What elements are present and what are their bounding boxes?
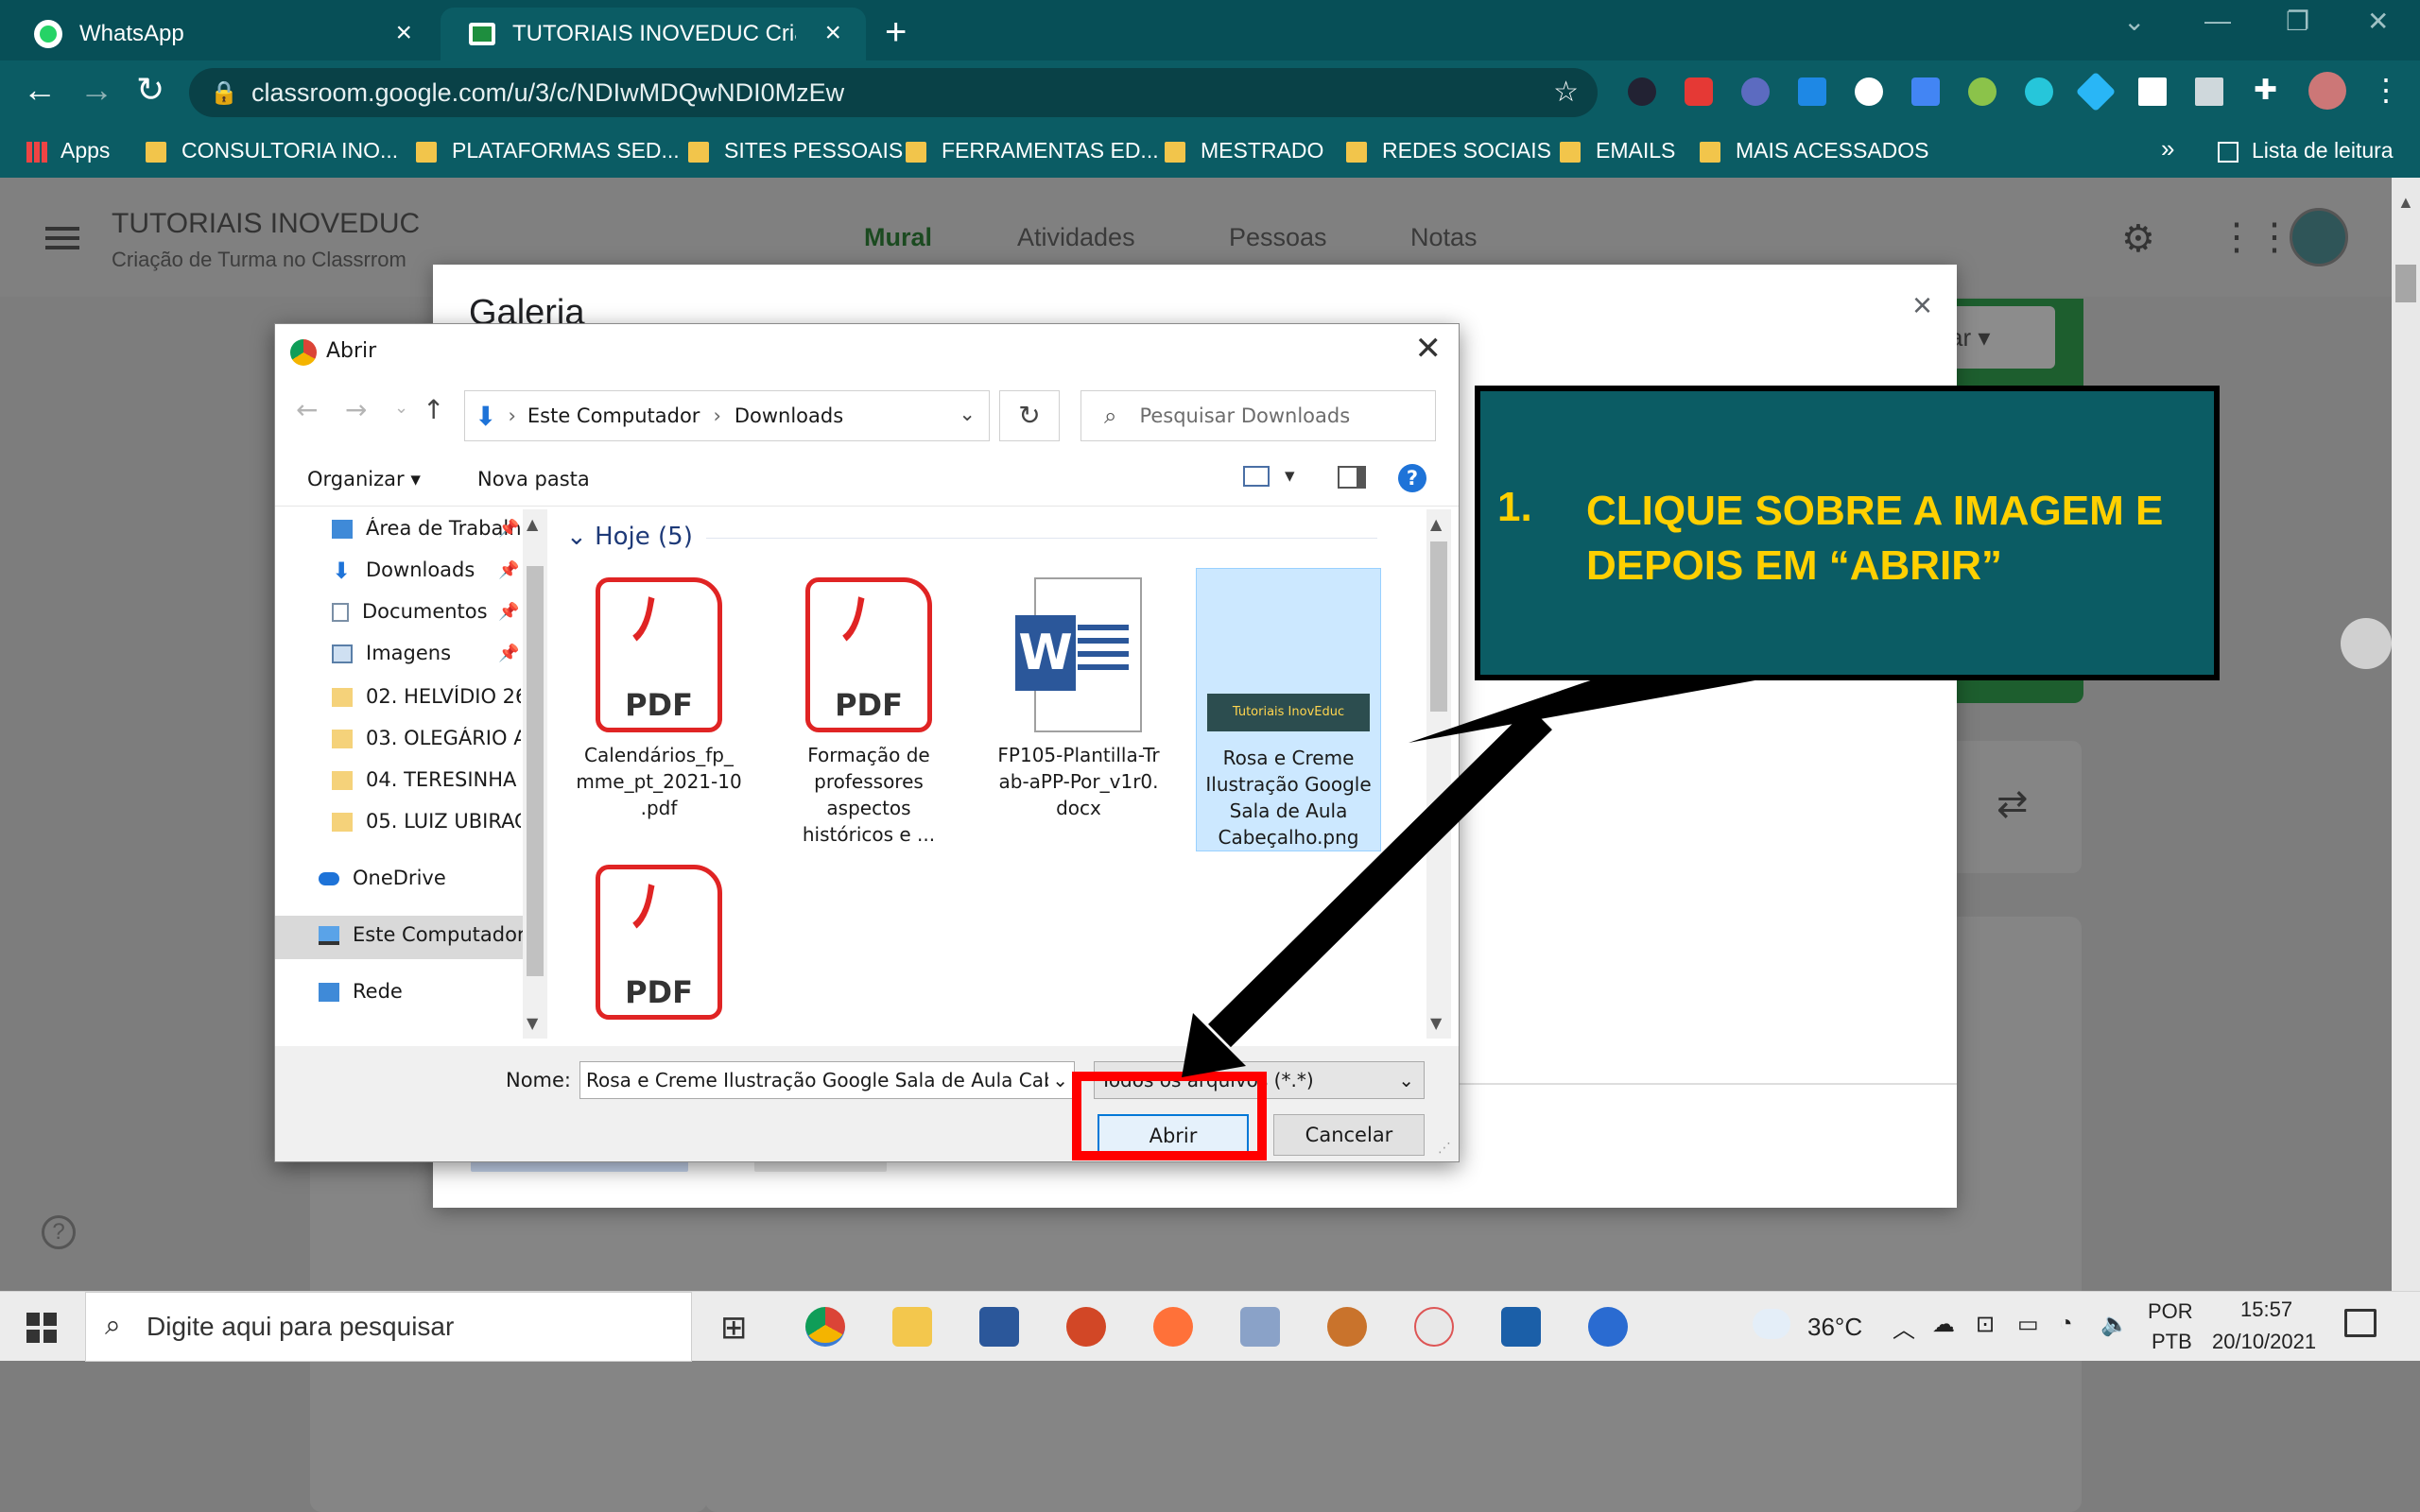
onedrive-icon[interactable]: ☁ [1932,1311,1955,1338]
weather-icon[interactable] [1753,1309,1790,1339]
windows-taskbar: ⌕ Digite aqui para pesquisar ⊞ 36°C ︿ ☁ … [0,1291,2420,1362]
file-explorer-icon[interactable] [892,1307,932,1347]
app-icon[interactable] [1588,1307,1628,1347]
taskbar-search-input[interactable]: ⌕ Digite aqui para pesquisar [85,1292,692,1362]
language-top[interactable]: POR [2148,1299,2193,1324]
battery-icon[interactable]: ▭ [2017,1311,2039,1338]
chevron-up-icon[interactable]: ︿ [1893,1311,1915,1344]
callout-tail [1409,675,1787,743]
clock-date[interactable]: 20/10/2021 [2212,1330,2316,1354]
app-icon[interactable] [1327,1307,1367,1347]
windows-start-icon[interactable] [26,1313,57,1343]
app-icon[interactable] [1240,1307,1280,1347]
volume-icon[interactable]: 🔈 [2100,1311,2129,1338]
instruction-callout: 1. CLIQUE SOBRE A IMAGEM E DEPOIS EM “AB… [1475,386,2220,680]
language-bottom[interactable]: PTB [2152,1330,2192,1354]
app-icon[interactable] [1501,1307,1541,1347]
clock-time[interactable]: 15:57 [2240,1297,2292,1322]
callout-number: 1. [1497,484,1532,530]
search-icon: ⌕ [105,1310,121,1341]
task-view-icon[interactable]: ⊞ [720,1309,748,1347]
device-icon[interactable]: ⊡ [1976,1311,1995,1338]
word-taskbar-icon[interactable] [979,1307,1019,1347]
powerpoint-icon[interactable] [1066,1307,1106,1347]
notifications-icon[interactable] [2344,1309,2377,1337]
arrow-shaft [1208,706,1552,1048]
chrome-taskbar-icon[interactable] [805,1307,845,1347]
wifi-icon[interactable]: ◔ [2059,1311,2073,1337]
temperature[interactable]: 36°C [1807,1313,1862,1342]
annotation-arrow [1182,675,1787,1077]
callout-text: CLIQUE SOBRE A IMAGEM E DEPOIS EM “ABRIR… [1586,488,2164,589]
firefox-icon[interactable] [1153,1307,1193,1347]
snipping-tool-icon[interactable] [1414,1307,1454,1347]
